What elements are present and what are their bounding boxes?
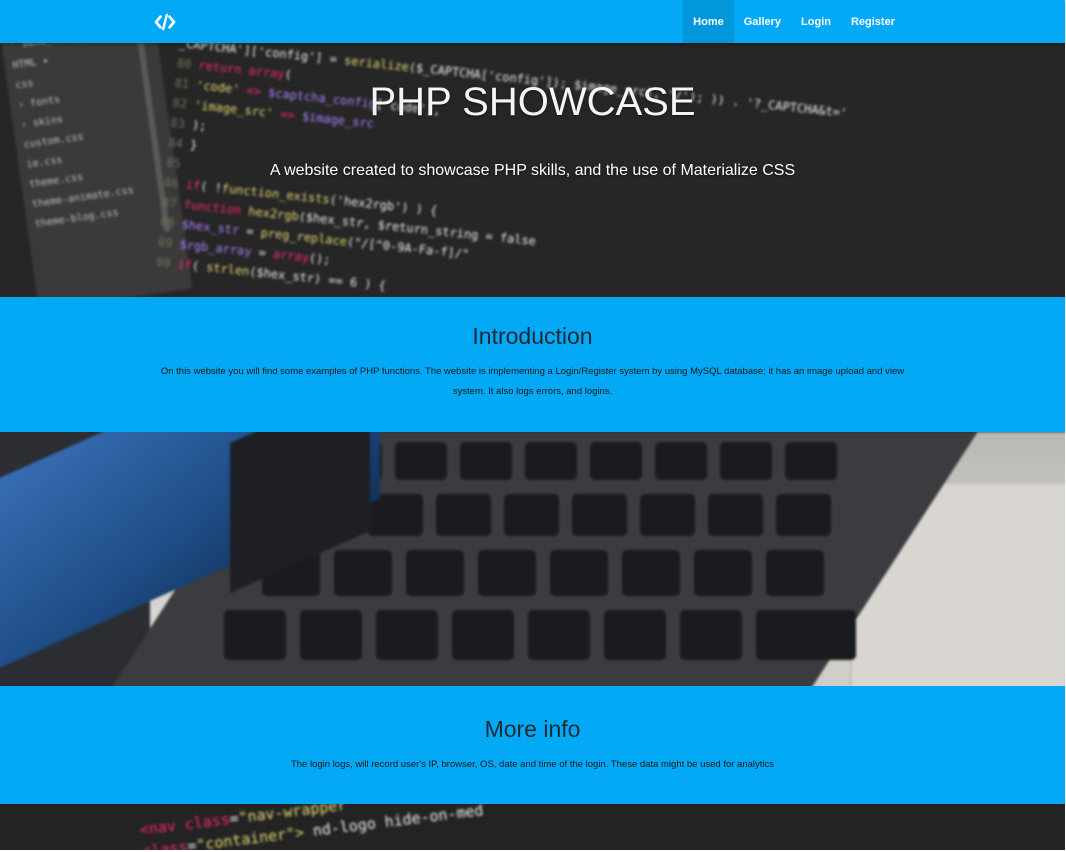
introduction-heading: Introduction [472,323,593,349]
nav-link-register[interactable]: Register [841,0,905,43]
hero-subtitle: A website created to showcase PHP skills… [269,162,796,179]
more-info-heading: More info [484,716,581,742]
laptop-image-banner [0,432,1065,686]
introduction-section: Introduction On this website you will fi… [0,297,1065,432]
hero-banner: ' send_form_email.php HTML ▾ css › fonts… [0,43,1065,297]
nav-links: Home Gallery Login Register [683,0,905,43]
code-icon [154,13,176,30]
nav-link-login[interactable]: Login [791,0,841,43]
footer-code-banner: <nav class="nav-wrapper class="container… [0,804,1065,850]
introduction-text: On this website you will find some examp… [160,366,905,397]
more-info-text: The login logs, will record user's IP, b… [290,759,775,770]
laptop-background-image [0,432,1065,686]
nav-link-home[interactable]: Home [683,0,734,43]
navbar: Home Gallery Login Register [0,0,1065,43]
navbar-inner: Home Gallery Login Register [153,0,905,43]
nav-link-gallery[interactable]: Gallery [734,0,791,43]
brand-logo[interactable] [153,10,177,34]
page-title: PHP SHOWCASE [369,80,696,124]
more-info-section: More info The login logs, will record us… [0,686,1065,804]
footer-background-image: <nav class="nav-wrapper class="container… [138,804,485,850]
